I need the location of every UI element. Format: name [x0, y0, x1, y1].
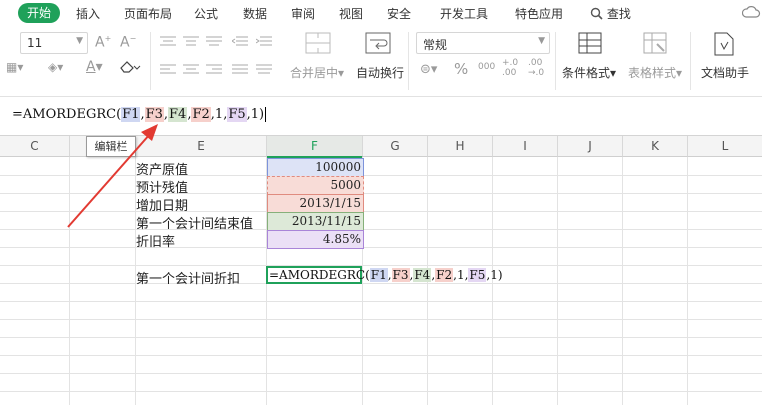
- annotation-arrow-icon: [67, 124, 158, 228]
